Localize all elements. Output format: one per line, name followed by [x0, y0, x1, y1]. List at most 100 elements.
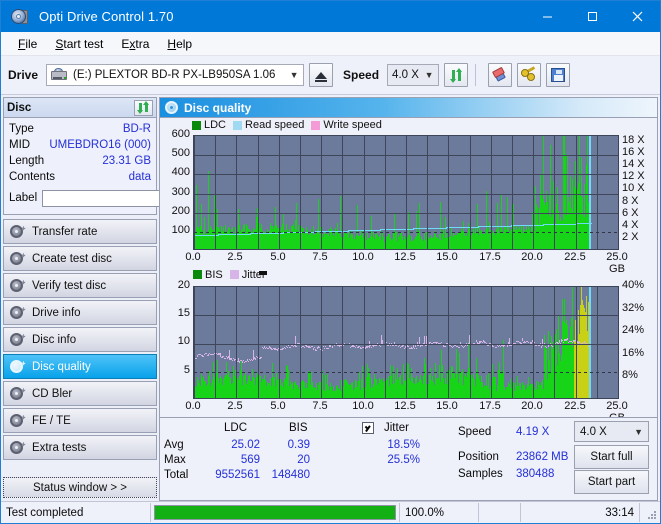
menu-extra[interactable]: Extra — [112, 35, 158, 53]
speed-stat-value: 4.19 X — [516, 426, 550, 438]
data-line-point — [248, 360, 249, 362]
data-line-point — [313, 347, 314, 350]
axis-tick-label: 12 X — [622, 170, 645, 183]
data-line-point — [493, 345, 494, 347]
data-line-point — [361, 347, 362, 349]
data-line-point — [414, 347, 415, 349]
close-icon[interactable] — [615, 1, 660, 32]
bis-chart-legend: BIS Jitter — [193, 269, 269, 281]
test-speed-value: 4.0 X — [580, 425, 607, 438]
jitter-checkbox[interactable] — [362, 422, 374, 434]
data-line-point — [415, 344, 416, 347]
legend-label: Write speed — [323, 119, 382, 131]
max-ldc: 569 — [240, 454, 260, 466]
sidebar-item-disc-info[interactable]: Disc info — [3, 327, 157, 352]
resize-grip-icon[interactable] — [643, 506, 657, 520]
eject-button[interactable] — [309, 63, 334, 87]
axis-tick-label: 24% — [622, 324, 645, 337]
legend-swatch — [229, 270, 239, 280]
speed-stat-label: Speed — [458, 426, 492, 438]
row-key: Length — [9, 155, 45, 167]
minimize-icon[interactable] — [525, 1, 570, 32]
speed-select[interactable]: 4.0 X ▼ — [387, 64, 440, 86]
sidebar: Disc Type BD-R MID UMEBDRO16 (000) Lengt… — [1, 95, 248, 501]
bis-plot-area — [193, 285, 619, 399]
charts-area: LDC Read speed Write speed 600 500 400 3… — [160, 118, 657, 424]
erase-button[interactable] — [488, 63, 513, 87]
sidebar-item-drive-info[interactable]: Drive info — [3, 300, 157, 325]
start-full-button[interactable]: Start full — [574, 445, 649, 469]
samples-value: 380488 — [516, 468, 555, 480]
label-key: Label — [9, 192, 38, 204]
data-line-point — [371, 346, 372, 348]
data-line-point — [250, 359, 251, 361]
data-line-point — [312, 345, 313, 347]
start-part-button[interactable]: Start part — [574, 470, 649, 494]
axis-tick-label: 500 — [171, 147, 190, 160]
sidebar-item-label: Create test disc — [32, 252, 112, 265]
data-line-point — [400, 346, 401, 348]
data-line-point — [418, 344, 419, 346]
speed-label: Speed — [343, 68, 380, 82]
axis-tick-label: 16 X — [622, 146, 645, 159]
sidebar-item-label: Transfer rate — [32, 225, 98, 238]
data-line-point — [496, 346, 497, 348]
data-line-point — [268, 347, 269, 349]
eject-icon — [315, 71, 328, 82]
refresh-button[interactable] — [444, 63, 469, 87]
menu-start-test[interactable]: Start test — [46, 35, 112, 53]
sidebar-item-cd-bler[interactable]: CD Bler — [3, 381, 157, 406]
legend-swatch — [193, 270, 202, 280]
data-line-point — [525, 341, 526, 343]
sidebar-item-disc-quality[interactable]: Disc quality — [3, 354, 157, 379]
status-window-button[interactable]: Status window > > — [3, 477, 157, 498]
col-header-ldc: LDC — [224, 422, 248, 434]
max-bis: 20 — [297, 454, 310, 466]
data-line-point — [301, 346, 302, 348]
maximize-icon[interactable] — [570, 1, 615, 32]
axis-tick-label: 20.0 — [521, 399, 543, 412]
data-line-point — [261, 356, 262, 358]
menu-help[interactable]: Help — [158, 35, 201, 53]
axis-tick-label: 300 — [171, 185, 190, 198]
save-button[interactable] — [546, 63, 571, 87]
data-line-point — [424, 335, 425, 344]
axis-tick-label: 200 — [171, 204, 190, 217]
data-line-point — [399, 344, 400, 346]
test-speed-select[interactable]: 4.0 X ▼ — [574, 421, 649, 442]
disc-refresh-button[interactable] — [134, 99, 153, 116]
read-speed-spike — [589, 286, 591, 398]
disc-icon — [10, 440, 26, 455]
data-line-point — [272, 348, 273, 350]
tools-button[interactable] — [517, 63, 542, 87]
avg-jitter: 18.5% — [387, 439, 420, 451]
data-line-point — [507, 344, 508, 347]
data-line-point — [328, 347, 329, 349]
axis-tick-label: 10.0 — [352, 251, 374, 263]
data-line-point — [232, 359, 233, 361]
data-line-point — [498, 345, 499, 347]
menu-file[interactable]: FFileile — [9, 35, 46, 53]
data-line-point — [386, 341, 387, 343]
axis-tick-label: 22.5 — [564, 399, 586, 412]
data-line-point — [319, 346, 320, 348]
disc-label-row: Label — [9, 187, 248, 209]
axis-tick-label: 600 — [171, 128, 190, 140]
data-line-point — [376, 344, 377, 346]
data-line-point — [225, 357, 226, 359]
data-line-point — [252, 359, 253, 361]
drive-select[interactable]: (E:) PLEXTOR BD-R PX-LB950SA 1.06 ▼ — [46, 64, 305, 86]
sidebar-item-create-test-disc[interactable]: Create test disc — [3, 246, 157, 271]
disc-icon — [165, 101, 178, 114]
chart-marker — [259, 270, 267, 275]
sidebar-item-fe-te[interactable]: FE / TE — [3, 408, 157, 433]
sidebar-item-verify-test-disc[interactable]: Verify test disc — [3, 273, 157, 298]
sidebar-item-extra-tests[interactable]: Extra tests — [3, 435, 157, 460]
row-label-max: Max — [164, 454, 186, 466]
data-line-point — [563, 341, 564, 343]
data-line-point — [546, 346, 547, 348]
data-line-point — [324, 347, 325, 349]
data-line-point — [304, 346, 305, 348]
data-line-point — [388, 344, 389, 346]
sidebar-item-transfer-rate[interactable]: Transfer rate — [3, 219, 157, 244]
